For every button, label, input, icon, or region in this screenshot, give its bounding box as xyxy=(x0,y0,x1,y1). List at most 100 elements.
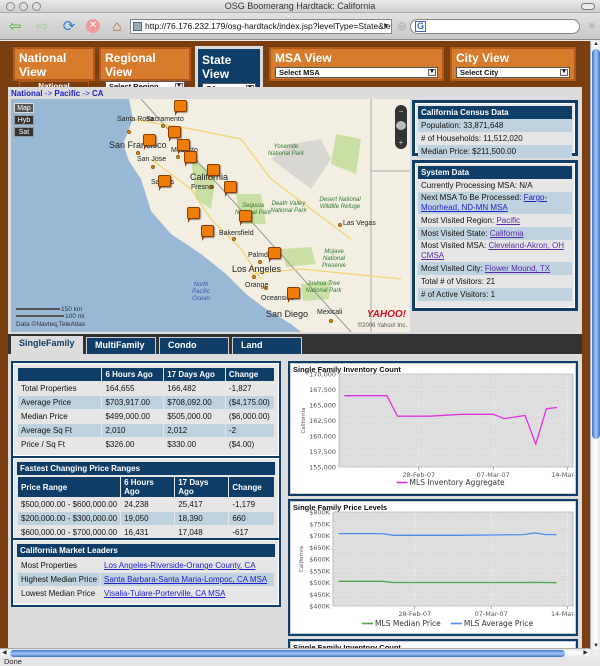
map-type-hybrid-button[interactable]: Hyb xyxy=(14,115,34,125)
map-marker[interactable] xyxy=(158,175,171,191)
leader-link[interactable]: Los Angeles-Riverside-Orange County, CA xyxy=(104,561,255,570)
market-leaders-table: Most Properties Los Angeles-Riverside-Ora… xyxy=(17,558,275,601)
map-marker[interactable] xyxy=(143,134,156,150)
summary-header-blank xyxy=(18,368,102,381)
scroll-up-icon[interactable]: ▲ xyxy=(591,41,600,47)
map-type-satellite-button[interactable]: Sat xyxy=(14,127,34,137)
scroll-left-icon[interactable]: ◀ xyxy=(2,649,7,656)
map-marker[interactable] xyxy=(187,207,200,223)
system-processing: Currently Processing MSA: N/A xyxy=(421,181,533,190)
legend-label: MLS Inventory Aggregate xyxy=(410,478,505,487)
map-attribution: Data ©Navteq,TeleAtlas xyxy=(16,321,86,328)
map-view[interactable]: Map Hyb Sat − + Santa Rosa Sacramento Sa… xyxy=(11,99,410,332)
main-content: National -> Pacific -> CA Map Hyb Sat − … xyxy=(8,87,582,649)
zoom-slider-handle[interactable] xyxy=(396,121,406,130)
url-bar[interactable]: http://76.176.232.179/osg-hardtack/index… xyxy=(130,19,392,34)
map-type-map-button[interactable]: Map xyxy=(14,103,34,113)
summary-table-panel: 6 Hours Ago 17 Days Ago Change Total Pro… xyxy=(11,361,281,458)
vertical-scroll-thumb[interactable] xyxy=(592,49,600,439)
minimize-window-button[interactable] xyxy=(19,2,28,11)
table-row: $200,000.00 - $300,000.00 19,050 18,390 660 xyxy=(18,512,274,525)
summary-cell: $326.00 xyxy=(105,440,135,449)
y-tick-label: 155,000 xyxy=(309,464,336,472)
rss-button[interactable]: ◎ xyxy=(393,17,411,35)
close-window-button[interactable] xyxy=(6,2,15,11)
scroll-down-icon[interactable]: ▼ xyxy=(591,643,600,649)
forward-button[interactable]: ⇨ xyxy=(33,17,51,35)
tab-multi-family[interactable]: MultiFamily xyxy=(86,337,156,354)
most-visited-city-link[interactable]: Flower Mound, TX xyxy=(485,264,550,273)
breadcrumb-national[interactable]: National xyxy=(11,89,43,98)
zoom-out-icon[interactable]: − xyxy=(395,108,407,116)
price-ranges-panel: Fastest Changing Price Ranges Price Rang… xyxy=(11,456,281,546)
city-dot xyxy=(176,155,180,159)
map-marker[interactable] xyxy=(239,210,252,226)
park-label: Desert National Wildlife Refuge xyxy=(319,197,361,210)
table-row: Median Price $499,000.00 $505,000.00 ($6,00… xyxy=(18,410,274,423)
window-titlebar: OSG Boomerang Hardtack: California xyxy=(0,0,600,13)
url-history-dropdown-icon[interactable]: ▼ xyxy=(382,20,389,33)
leader-link[interactable]: Santa Barbara-Santa Maria-Lompoc, CA MSA xyxy=(104,575,267,584)
y-tick-label: 160,000 xyxy=(309,433,336,441)
map-marker[interactable] xyxy=(168,126,181,142)
national-view-title: National View xyxy=(19,51,67,79)
map-marker[interactable] xyxy=(287,287,300,303)
tab-single-family[interactable]: SingleFamily xyxy=(11,336,83,354)
search-input[interactable]: G xyxy=(410,19,580,34)
most-visited-region-link[interactable]: Pacific xyxy=(496,216,520,225)
city-select[interactable]: Select City ▼ xyxy=(456,67,570,78)
map-marker[interactable] xyxy=(184,151,197,167)
y-tick-label: 157,500 xyxy=(309,448,336,456)
tab-condo[interactable]: Condo xyxy=(159,337,229,354)
msa-select[interactable]: Select MSA ▼ xyxy=(275,67,438,78)
scroll-right-icon[interactable]: ▶ xyxy=(583,649,588,656)
summary-cell: 2,012 xyxy=(164,424,225,437)
regional-view-box: Regional View Select Region▼ xyxy=(99,47,191,92)
city-label: San Jose xyxy=(137,156,167,163)
city-label: Bakersfield xyxy=(219,230,254,237)
most-visited-state-label: Most Visited State: xyxy=(421,229,490,238)
horizontal-scrollbar[interactable]: ◀ ▶ xyxy=(0,648,590,657)
stop-button[interactable]: ✕ xyxy=(84,17,102,35)
most-visited-state-link[interactable]: California xyxy=(490,229,524,238)
park-label: Yosemite National Park xyxy=(267,144,305,157)
leader-link[interactable]: Visalia-Tulare-Porterville, CA MSA xyxy=(104,589,225,598)
x-tick-label: 07-Mar-07 xyxy=(475,610,508,618)
table-row: Highest Median Price Santa Barbara-Santa … xyxy=(18,573,274,586)
map-marker[interactable] xyxy=(224,181,237,197)
park-area xyxy=(281,247,316,267)
back-button[interactable]: ⇦ xyxy=(6,17,24,35)
summary-cell: ($4,175.00) xyxy=(225,396,274,409)
system-title: System Data xyxy=(418,166,572,179)
vertical-scrollbar[interactable]: ▲ ▼ xyxy=(590,41,600,649)
zoom-window-button[interactable] xyxy=(32,2,41,11)
breadcrumb-ca[interactable]: CA xyxy=(92,89,104,98)
summary-cell: Average Price xyxy=(18,396,102,409)
y-axis-label: California xyxy=(299,546,305,572)
map-marker[interactable] xyxy=(268,247,281,263)
state-view-title: State View xyxy=(202,53,232,81)
tab-land[interactable]: Land xyxy=(232,337,302,354)
system-most-visited-city: Most Visited City: Flower Mound, TX xyxy=(418,262,572,275)
map-marker[interactable] xyxy=(177,139,190,155)
home-button[interactable]: ⌂ xyxy=(108,17,126,35)
reload-icon: ⟳ xyxy=(62,18,76,35)
breadcrumb-separator: -> xyxy=(82,89,90,98)
price-ranges-body: Fastest Changing Price Ranges Price Rang… xyxy=(13,458,279,544)
state-view-box: State View CA▼ xyxy=(195,46,263,94)
breadcrumb-pacific[interactable]: Pacific xyxy=(54,89,80,98)
map-marker[interactable] xyxy=(207,164,220,180)
horizontal-scroll-thumb[interactable] xyxy=(10,650,565,657)
google-search-icon: G xyxy=(415,21,426,32)
map-marker[interactable] xyxy=(174,100,187,116)
city-dot xyxy=(127,130,131,134)
zoom-in-icon[interactable]: + xyxy=(395,139,407,147)
scale-km-label: 150 km xyxy=(61,306,83,313)
summary-cell: $708,092.00 xyxy=(164,396,225,409)
ranges-cell: 660 xyxy=(229,512,274,525)
toolbar-toggle-button[interactable] xyxy=(581,3,595,10)
map-marker[interactable] xyxy=(201,225,214,241)
reload-button[interactable]: ⟳ xyxy=(60,17,78,35)
status-bar: Done xyxy=(0,657,600,666)
map-zoom-control[interactable]: − + xyxy=(395,105,407,149)
